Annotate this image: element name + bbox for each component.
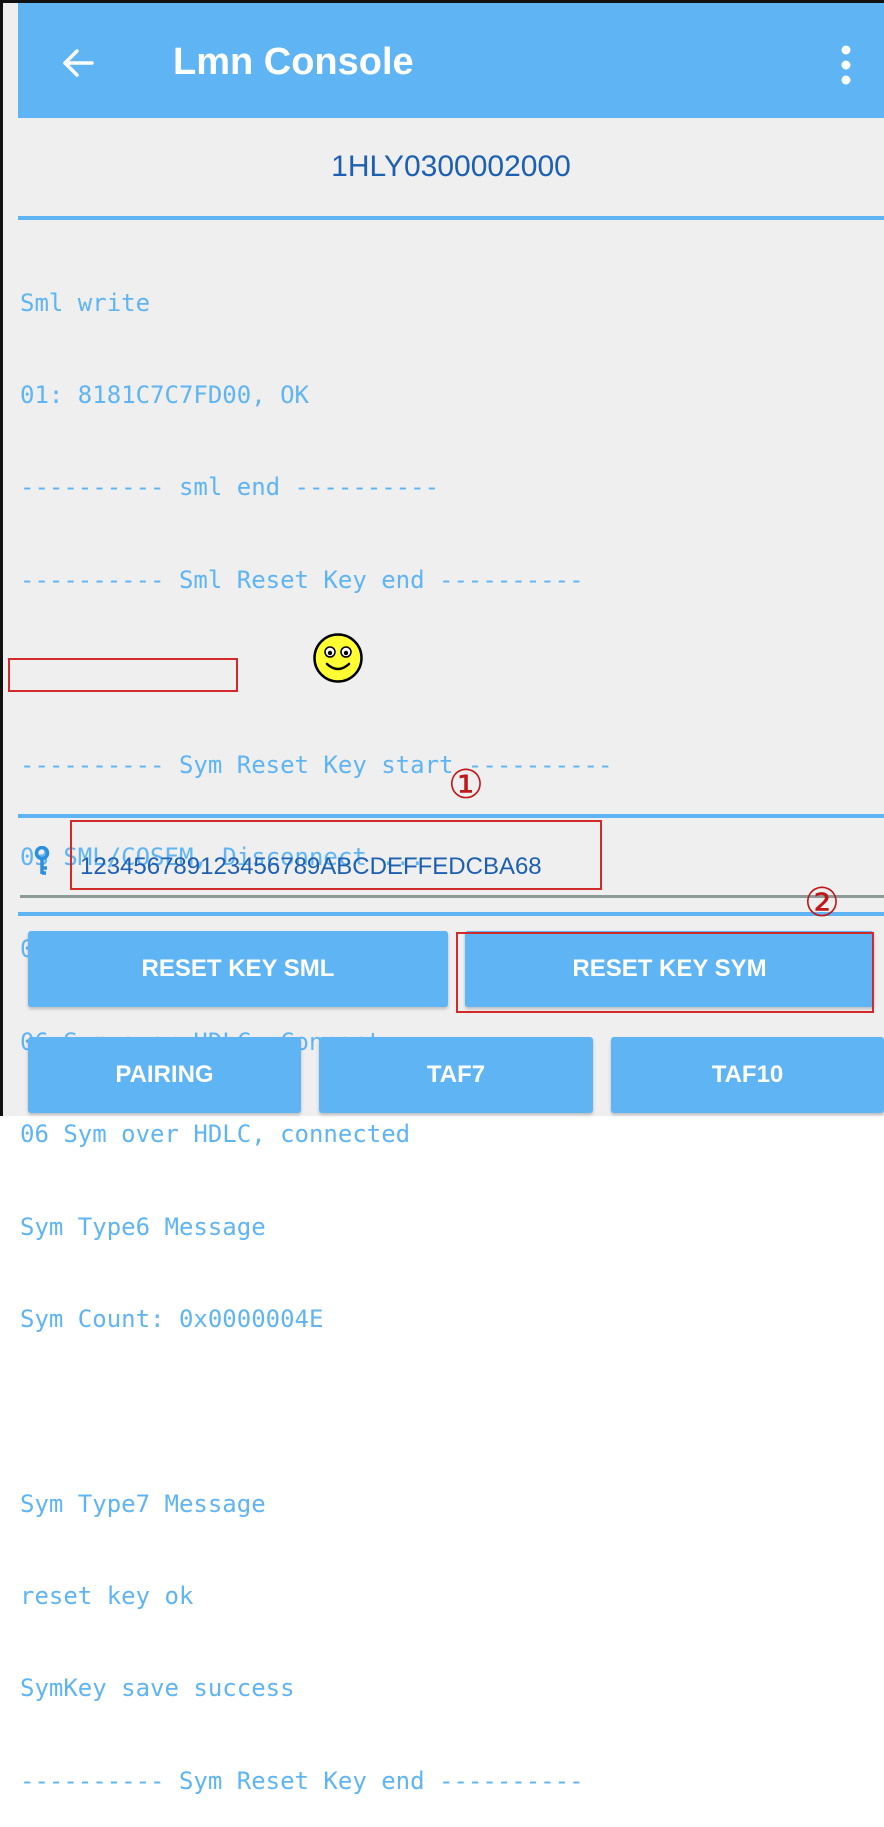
- input-underline: [20, 895, 884, 898]
- highlight-box-reset-ok: [8, 658, 238, 692]
- key-icon: [34, 846, 50, 875]
- taf7-button[interactable]: TAF7: [319, 1037, 593, 1113]
- reset-key-sml-button[interactable]: RESET KEY SML: [28, 931, 448, 1007]
- log-line: Sym Count: 0x0000004E: [20, 1304, 324, 1333]
- log-output[interactable]: Sml write 01: 8181C7C7FD00, OK ---------…: [20, 226, 882, 1827]
- highlight-box-reset-sym: [456, 932, 874, 1013]
- taf10-button[interactable]: TAF10: [611, 1037, 884, 1113]
- log-line: ---------- Sml Reset Key end ----------: [20, 565, 584, 594]
- smiley-face-icon: [313, 633, 363, 683]
- app-bar: Lmn Console: [18, 3, 884, 118]
- log-line: ---------- sml end ----------: [20, 473, 440, 502]
- divider: [18, 912, 884, 916]
- more-vert-icon[interactable]: [836, 43, 856, 87]
- log-line: ---------- Sym Reset Key end ----------: [20, 1766, 584, 1795]
- log-line: SymKey save success: [20, 1674, 295, 1703]
- divider: [18, 216, 884, 220]
- log-line: 01: 8181C7C7FD00, OK: [20, 380, 309, 409]
- arrow-left-icon[interactable]: [58, 43, 98, 83]
- log-line: 06 Sym over HDLC, connected: [20, 1120, 411, 1149]
- app-title: Lmn Console: [173, 41, 414, 83]
- pairing-button[interactable]: PAIRING: [28, 1037, 301, 1113]
- device-id: 1HLY0300002000: [331, 150, 571, 183]
- log-line: reset key ok: [20, 1582, 194, 1611]
- annotation-marker-2: ②: [804, 880, 840, 926]
- log-line: Sym Type6 Message: [20, 1212, 266, 1241]
- divider: [18, 814, 884, 818]
- annotation-marker-1: ①: [448, 762, 484, 808]
- log-line: Sml write: [20, 288, 151, 317]
- log-line: Sym Type7 Message: [20, 1489, 266, 1518]
- highlight-box-key-input: [70, 820, 602, 890]
